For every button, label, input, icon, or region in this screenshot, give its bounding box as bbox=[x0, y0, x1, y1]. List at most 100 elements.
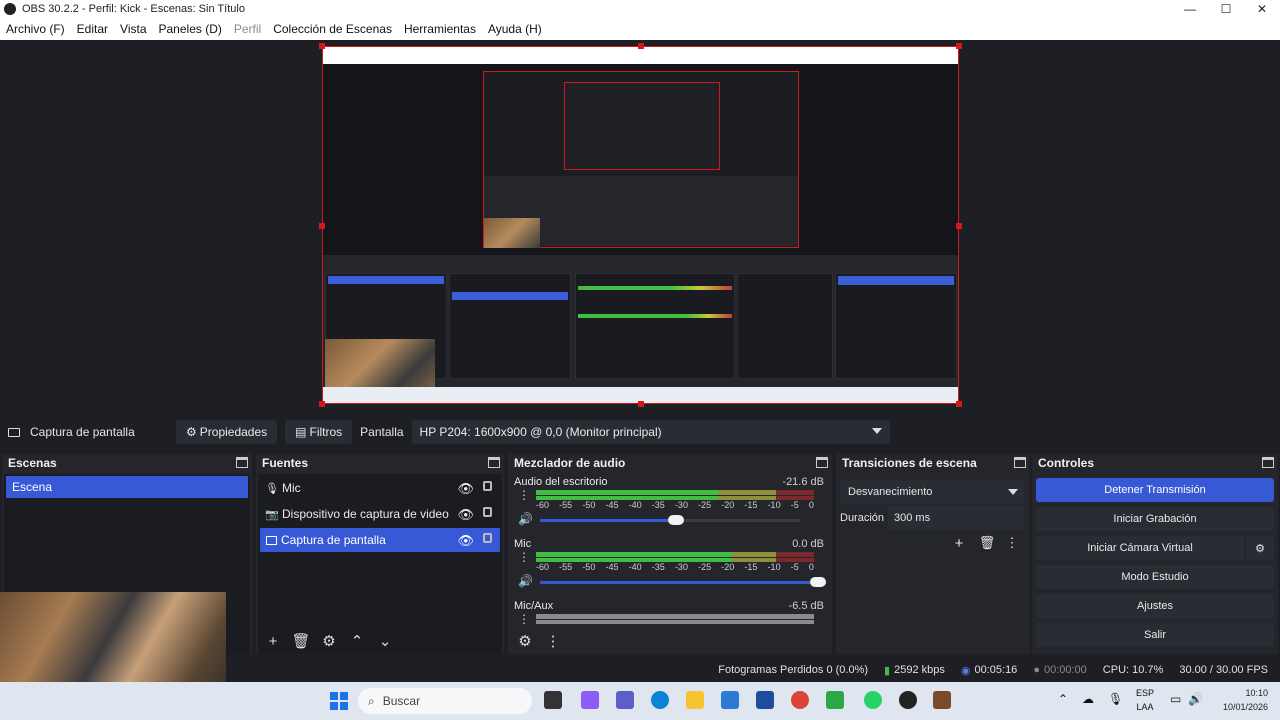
channel-name: Mic/Aux bbox=[514, 600, 554, 612]
add-icon[interactable]: + bbox=[262, 632, 284, 650]
menu-perfil[interactable]: Perfil bbox=[234, 22, 261, 36]
undock-icon[interactable] bbox=[1014, 457, 1026, 468]
speaker-icon[interactable]: 🔊 bbox=[518, 512, 533, 526]
close-button[interactable]: ✕ bbox=[1244, 0, 1280, 18]
meter-scale: -60 -55 -50 -45 -40 -35 -30 -25 -20 -15 -10 -5 0 bbox=[536, 562, 814, 572]
app-icon[interactable] bbox=[826, 691, 844, 709]
add-icon[interactable]: + bbox=[948, 534, 970, 552]
tray-chevron-up-icon[interactable]: ⌃ bbox=[1058, 692, 1068, 706]
window-controls: — ☐ ✕ bbox=[1172, 0, 1280, 18]
chevron-up-icon[interactable]: ⌃ bbox=[346, 632, 368, 650]
channel-name: Mic bbox=[514, 538, 532, 550]
undock-icon[interactable] bbox=[816, 457, 828, 468]
more-icon[interactable]: ⋮ bbox=[518, 613, 530, 625]
speaker-icon[interactable]: 🔊 bbox=[518, 574, 533, 588]
controls-dock: Controles Detener Transmisión Iniciar Gr… bbox=[1032, 454, 1278, 654]
minimize-button[interactable]: — bbox=[1172, 0, 1208, 18]
preview-nested-sources bbox=[449, 273, 571, 379]
stream-icon: ◉ bbox=[960, 664, 971, 677]
onedrive-icon[interactable]: ☁ bbox=[1082, 692, 1094, 706]
task-view-icon[interactable] bbox=[544, 691, 562, 709]
copilot-icon[interactable] bbox=[581, 691, 599, 709]
eye-icon[interactable]: 👁 bbox=[457, 481, 474, 497]
gear-icon[interactable]: ⚙ bbox=[318, 632, 340, 650]
trash-icon[interactable]: 🗑 bbox=[290, 632, 312, 650]
undock-icon[interactable] bbox=[1262, 457, 1274, 468]
chevron-down-icon[interactable]: ⌄ bbox=[374, 632, 396, 650]
resize-handle-b[interactable] bbox=[638, 401, 644, 407]
resize-handle-bl[interactable] bbox=[319, 401, 325, 407]
start-recording-button[interactable]: Iniciar Grabación bbox=[1036, 507, 1274, 531]
menu-editar[interactable]: Editar bbox=[77, 22, 108, 36]
menu-archivo[interactable]: Archivo (F) bbox=[6, 22, 65, 36]
source-item-mic[interactable]: 🎙 Mic 👁 bbox=[260, 476, 500, 500]
volume-knob[interactable] bbox=[810, 577, 826, 587]
eye-icon[interactable]: 👁 bbox=[457, 507, 474, 523]
source-item-video-capture[interactable]: 📷 Dispositivo de captura de video 👁 bbox=[260, 502, 500, 526]
menu-coleccion-escenas[interactable]: Colección de Escenas bbox=[273, 22, 392, 36]
virtual-camera-settings-button[interactable]: ⚙ bbox=[1246, 536, 1274, 560]
preview-nested-controls bbox=[835, 273, 957, 379]
exit-button[interactable]: Salir bbox=[1036, 623, 1274, 647]
volume-slider[interactable]: 🔊 bbox=[518, 512, 818, 526]
volume-icon[interactable]: 🔊 bbox=[1188, 692, 1203, 706]
gear-icon[interactable]: ⚙ bbox=[514, 632, 536, 650]
eye-icon[interactable]: 👁 bbox=[457, 533, 474, 549]
resize-handle-l[interactable] bbox=[319, 223, 325, 229]
resize-handle-br[interactable] bbox=[956, 401, 962, 407]
undock-icon[interactable] bbox=[488, 457, 500, 468]
edge-icon[interactable] bbox=[651, 691, 669, 709]
record-time-value: 00:00:00 bbox=[1043, 664, 1087, 676]
taskbar-search[interactable]: ⌕ Buscar bbox=[358, 688, 532, 714]
network-icon[interactable]: ▭ bbox=[1170, 692, 1181, 706]
clock[interactable]: 10:10 10/01/2026 bbox=[1223, 686, 1268, 714]
stop-streaming-button[interactable]: Detener Transmisión bbox=[1036, 478, 1274, 502]
maximize-button[interactable]: ☐ bbox=[1208, 0, 1244, 18]
duration-spinbox[interactable]: 300 ms bbox=[888, 506, 1024, 530]
photo-app-icon[interactable] bbox=[933, 691, 951, 709]
lock-icon[interactable] bbox=[483, 533, 492, 543]
more-icon[interactable]: ⋮ bbox=[518, 551, 530, 563]
display-select[interactable]: HP P204: 1600x900 @ 0,0 (Monitor princip… bbox=[411, 420, 890, 444]
menu-herramientas[interactable]: Herramientas bbox=[404, 22, 476, 36]
more-icon[interactable]: ⋮ bbox=[542, 632, 564, 650]
store-icon[interactable] bbox=[756, 691, 774, 709]
more-icon[interactable]: ⋮ bbox=[518, 489, 530, 501]
more-icon[interactable]: ⋮ bbox=[1004, 534, 1020, 552]
menu-ayuda[interactable]: Ayuda (H) bbox=[488, 22, 542, 36]
obs-taskbar-icon[interactable] bbox=[899, 691, 917, 709]
volume-knob[interactable] bbox=[668, 515, 684, 525]
program-preview[interactable] bbox=[319, 43, 962, 407]
filters-button[interactable]: ▤ Filtros bbox=[285, 420, 353, 444]
transition-select[interactable]: Desvanecimiento bbox=[840, 480, 1024, 504]
resize-handle-tr[interactable] bbox=[956, 43, 962, 49]
whatsapp-icon[interactable] bbox=[864, 691, 882, 709]
lock-icon[interactable] bbox=[483, 507, 492, 517]
trash-icon[interactable]: 🗑 bbox=[976, 534, 998, 552]
transitions-dock: Transiciones de escena Desvanecimiento D… bbox=[836, 454, 1030, 654]
language-indicator[interactable]: ESP LAA bbox=[1136, 686, 1154, 714]
resize-handle-r[interactable] bbox=[956, 223, 962, 229]
scene-item[interactable]: Escena bbox=[6, 476, 248, 498]
volume-slider[interactable]: 🔊 bbox=[518, 574, 826, 588]
studio-mode-button[interactable]: Modo Estudio bbox=[1036, 565, 1274, 589]
menu-vista[interactable]: Vista bbox=[120, 22, 146, 36]
source-item-screen-capture[interactable]: Captura de pantalla 👁 bbox=[260, 528, 500, 552]
file-explorer-icon[interactable] bbox=[686, 691, 704, 709]
properties-button[interactable]: ⚙ Propiedades bbox=[176, 420, 278, 444]
chrome-icon[interactable] bbox=[791, 691, 809, 709]
start-virtual-camera-button[interactable]: Iniciar Cámara Virtual bbox=[1036, 536, 1244, 560]
record-time: ● 00:00:00 bbox=[1033, 664, 1086, 676]
resize-handle-t[interactable] bbox=[638, 43, 644, 49]
menu-paneles[interactable]: Paneles (D) bbox=[159, 22, 222, 36]
resize-handle-tl[interactable] bbox=[319, 43, 325, 49]
teams-icon[interactable] bbox=[616, 691, 634, 709]
mail-icon[interactable] bbox=[721, 691, 739, 709]
lock-icon[interactable] bbox=[483, 481, 492, 491]
mic-tray-icon[interactable]: 🎙 bbox=[1108, 692, 1123, 706]
undock-icon[interactable] bbox=[236, 457, 248, 468]
dropped-frames: Fotogramas Perdidos 0 (0.0%) bbox=[718, 664, 869, 676]
windows-start-icon[interactable] bbox=[330, 692, 348, 710]
settings-button[interactable]: Ajustes bbox=[1036, 594, 1274, 618]
transitions-dock-header: Transiciones de escena bbox=[836, 454, 1030, 472]
